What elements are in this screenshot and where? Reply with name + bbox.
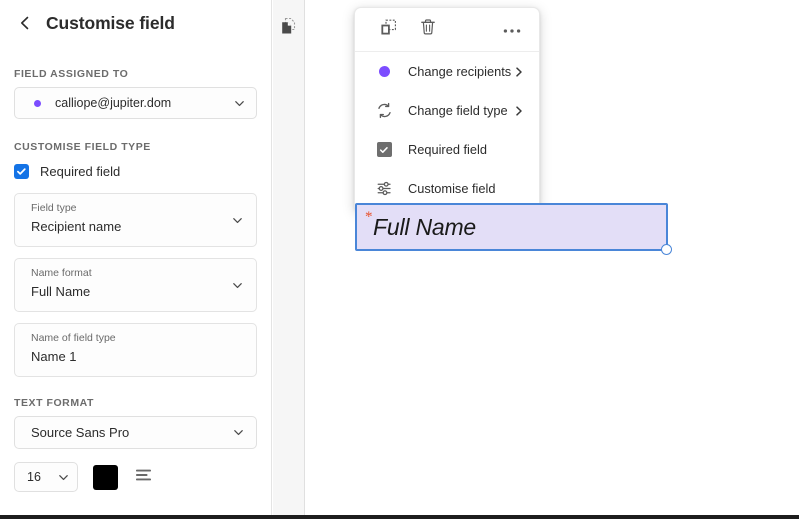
chevron-down-icon [232, 96, 246, 110]
app-window: Customise field FIELD ASSIGNED TO callio… [0, 0, 799, 519]
font-family-value: Source Sans Pro [31, 425, 130, 440]
chevron-down-icon [56, 470, 70, 484]
chevron-left-icon [17, 15, 33, 31]
pages-rail [273, 0, 305, 515]
page-title: Customise field [46, 12, 175, 33]
required-field-label: Required field [40, 163, 121, 179]
font-family-select[interactable]: Source Sans Pro [14, 416, 257, 449]
field-type-label: Field type [31, 202, 77, 214]
text-align-button[interactable] [131, 464, 157, 490]
form-field-placeholder: Full Name [373, 214, 477, 240]
menu-item-required-field[interactable]: Required field [355, 130, 539, 169]
resize-handle[interactable] [661, 244, 672, 255]
back-button[interactable] [14, 12, 36, 34]
checkbox-checked-icon[interactable] [14, 163, 29, 179]
document-canvas: Change recipients Change field type Requ… [306, 0, 799, 515]
pages-duplicate-icon [279, 16, 299, 41]
field-assigned-to-label: FIELD ASSIGNED TO [14, 68, 129, 80]
chevron-down-icon [230, 278, 244, 292]
menu-item-label: Change field type [408, 103, 508, 118]
recipient-dot-icon [375, 63, 393, 81]
name-of-field-type-input[interactable]: Name of field type Name 1 [14, 323, 257, 377]
customise-field-type-label: CUSTOMISE FIELD TYPE [14, 141, 151, 153]
required-field-checkbox-row[interactable]: Required field [0, 160, 271, 182]
pages-panel-button[interactable] [278, 17, 300, 39]
assigned-recipient-select[interactable]: calliope@jupiter.dom [14, 87, 257, 119]
font-size-select[interactable]: 16 [14, 462, 78, 492]
name-of-field-type-value: Name 1 [31, 349, 77, 364]
duplicate-button[interactable] [375, 17, 401, 43]
checkbox-checked-icon [375, 141, 393, 159]
assigned-recipient-value: calliope@jupiter.dom [55, 96, 172, 110]
panel-header: Customise field [0, 0, 271, 46]
customise-field-sidebar: Customise field FIELD ASSIGNED TO callio… [0, 0, 272, 515]
more-options-button[interactable] [499, 17, 525, 43]
text-color-swatch[interactable] [93, 464, 118, 490]
context-menu-toolbar [355, 8, 539, 52]
menu-item-change-field-type[interactable]: Change field type [355, 91, 539, 130]
name-of-field-type-label: Name of field type [31, 332, 116, 344]
name-format-label: Name format [31, 267, 92, 279]
recipient-dot-icon [34, 99, 41, 107]
sliders-icon [375, 180, 393, 198]
chevron-right-icon [512, 104, 525, 117]
text-align-icon [135, 468, 153, 487]
required-marker: * [365, 209, 373, 225]
menu-item-change-recipients[interactable]: Change recipients [355, 52, 539, 91]
text-format-label: TEXT FORMAT [14, 397, 94, 409]
trash-icon [419, 18, 437, 41]
more-options-icon [503, 21, 521, 39]
field-type-select[interactable]: Field type Recipient name [14, 193, 257, 247]
name-format-value: Full Name [31, 284, 91, 299]
text-format-controls: 16 [14, 462, 257, 492]
refresh-icon [375, 102, 393, 120]
menu-item-label: Required field [408, 142, 487, 157]
chevron-down-icon [230, 213, 244, 227]
name-format-select[interactable]: Name format Full Name [14, 258, 257, 312]
field-context-menu: Change recipients Change field type Requ… [354, 7, 540, 212]
field-type-value: Recipient name [31, 219, 122, 234]
duplicate-icon [379, 18, 398, 42]
delete-button[interactable] [415, 17, 441, 43]
chevron-down-icon [231, 426, 245, 440]
chevron-right-icon [512, 65, 525, 78]
font-size-value: 16 [27, 470, 41, 484]
recipient-name-form-field[interactable]: * Full Name [355, 203, 672, 255]
menu-item-label: Customise field [408, 181, 496, 196]
menu-item-label: Change recipients [408, 64, 512, 79]
